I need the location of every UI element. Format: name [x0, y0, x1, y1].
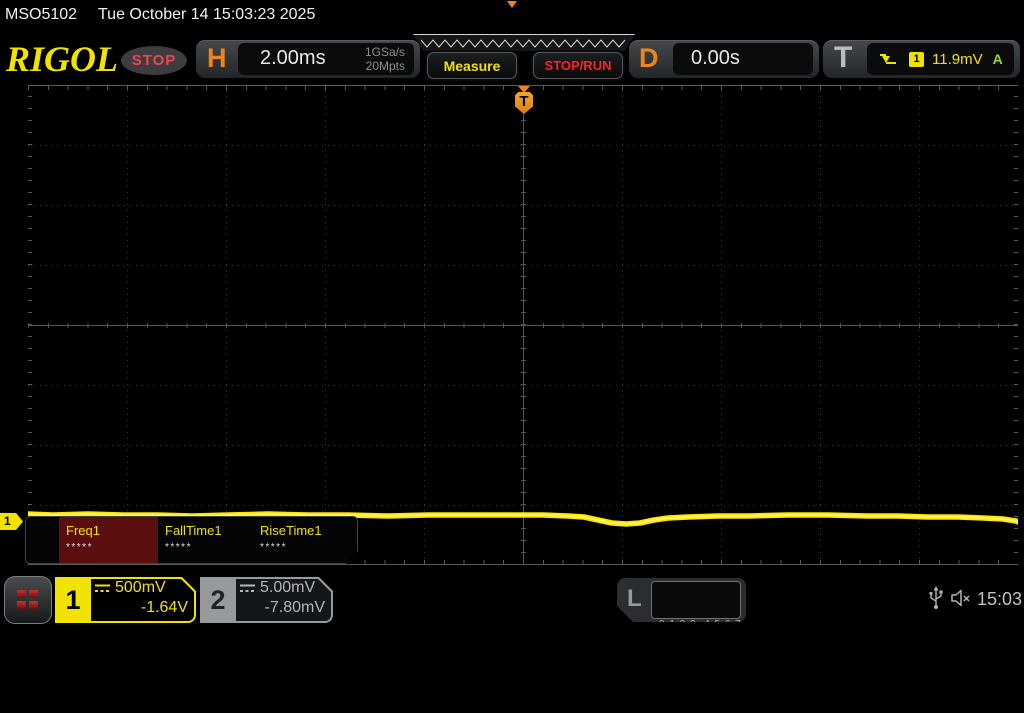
memory-position-marker: [507, 1, 517, 8]
sample-rate-label: 1GSa/s 20Mpts: [365, 45, 405, 73]
channel1-number: 1: [55, 577, 91, 623]
sample-rate-value: 1GSa/s: [364, 45, 405, 59]
measurement-label: RiseTime1: [260, 523, 322, 538]
channel1-scale: 500mV: [115, 579, 166, 596]
measurement-value: *****: [165, 542, 192, 553]
trigger-level-value: 11.9mV: [932, 50, 983, 68]
falling-edge-icon: [880, 54, 896, 64]
logic-channel-list: 0 1 2 3 4 5 6 7 8 9 1011 12131415: [651, 581, 741, 619]
delay-label: D: [639, 43, 659, 73]
channel2-scale: 5.00mV: [260, 579, 316, 596]
timebase-display: 2.00ms 1GSa/s 20Mpts: [238, 43, 414, 75]
delay-block[interactable]: D 0.00s: [629, 40, 819, 78]
channel1-level-marker[interactable]: 1: [0, 513, 23, 530]
datetime-label: Tue October 14 15:03:23 2025: [98, 6, 316, 23]
logic-label: L: [627, 585, 642, 612]
logic-row1: 0 1 2 3 4 5 6 7: [659, 619, 742, 630]
memory-zigzag-icon: [421, 38, 627, 48]
timebase-value: 2.00ms: [260, 47, 326, 69]
run-state-badge: STOP: [121, 46, 187, 75]
channel2-block[interactable]: 2 5.00mV -7.80mV: [200, 577, 333, 623]
trigger-source-badge: 1: [909, 51, 924, 67]
sound-muted-icon[interactable]: [950, 589, 974, 607]
menu-button[interactable]: [4, 576, 52, 624]
clock-label: 15:03: [977, 589, 1023, 609]
channel1-block[interactable]: 1 500mV -1.64V: [55, 577, 196, 623]
measurement-value: *****: [260, 542, 287, 553]
channel1-offset: -1.64V: [140, 599, 188, 616]
horizontal-label: H: [207, 43, 227, 73]
measurement-overlay: Freq1 ***** FallTime1 ***** RiseTime1 **…: [25, 516, 358, 564]
measure-button[interactable]: Measure: [427, 52, 517, 79]
rigol-logo: RIGOL: [6, 39, 119, 79]
measurement-label: FallTime1: [165, 523, 222, 538]
grid-menu-icon: [17, 590, 38, 609]
waveform-memory-bar[interactable]: [413, 34, 635, 51]
delay-display: 0.00s: [673, 43, 813, 75]
graticule: T: [28, 85, 1018, 565]
logic-row2: 8 9 1011 12131415: [659, 667, 762, 678]
model-label: MSO5102: [5, 6, 78, 23]
measurement-freq1[interactable]: Freq1 *****: [59, 517, 158, 563]
delay-value: 0.00s: [691, 47, 740, 69]
measurement-falltime1[interactable]: FallTime1 *****: [158, 517, 253, 563]
dc-coupling-icon: [95, 584, 110, 592]
measurement-label: Freq1: [66, 523, 100, 538]
channel2-offset: -7.80mV: [264, 599, 325, 616]
logic-analyzer-block[interactable]: L 0 1 2 3 4 5 6 7 8 9 1011 12131415: [617, 578, 746, 622]
trigger-position-arrow: [518, 86, 530, 93]
trigger-label: T: [834, 41, 853, 74]
measurement-risetime1[interactable]: RiseTime1 *****: [253, 517, 353, 563]
trigger-block[interactable]: T 1 11.9mV A: [823, 40, 1020, 78]
measurement-value: *****: [66, 542, 93, 553]
horizontal-timebase-block[interactable]: H 2.00ms 1GSa/s 20Mpts: [196, 40, 420, 78]
stop-run-button[interactable]: STOP/RUN: [533, 52, 623, 79]
trigger-display: 1 11.9mV A: [867, 43, 1014, 75]
channel1-waveform: [28, 511, 1018, 527]
dc-coupling-icon: [240, 584, 255, 592]
channel2-number: 2: [200, 577, 236, 623]
trigger-mode-value: A: [992, 51, 1003, 67]
usb-icon: [929, 586, 943, 609]
memory-depth-value: 20Mpts: [365, 59, 405, 73]
